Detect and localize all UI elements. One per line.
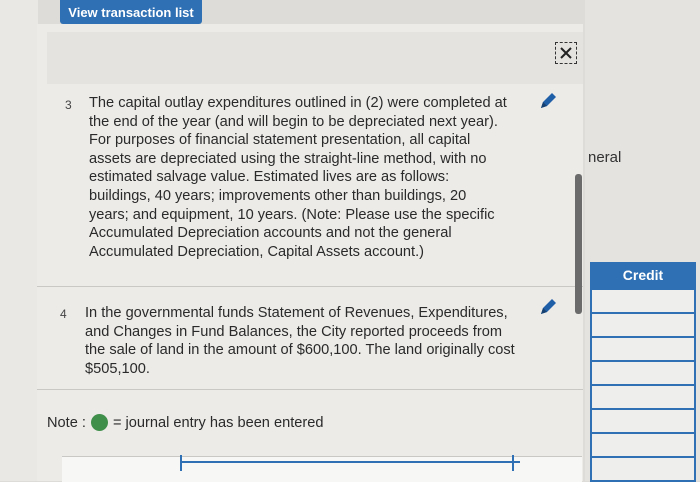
- view-transaction-list-button[interactable]: View transaction list: [60, 0, 202, 24]
- credit-cell[interactable]: [590, 408, 696, 434]
- credit-cell[interactable]: [590, 360, 696, 386]
- table-line: [180, 461, 520, 463]
- credit-cell[interactable]: [590, 432, 696, 458]
- credit-column-header: Credit: [590, 262, 696, 288]
- pencil-icon[interactable]: [537, 296, 559, 318]
- pencil-icon[interactable]: [537, 90, 559, 112]
- note-label: Note :: [47, 414, 86, 431]
- credit-cell[interactable]: [590, 336, 696, 362]
- green-dot-icon: [90, 414, 108, 431]
- credit-cell[interactable]: [590, 312, 696, 338]
- credit-cell[interactable]: [590, 288, 696, 314]
- background-left-strip: [0, 0, 38, 481]
- item-divider: [37, 389, 583, 390]
- table-line: [180, 455, 182, 471]
- table-line: [512, 455, 514, 471]
- background-partial-label: neral: [588, 149, 622, 166]
- note-legend: Note : = journal entry has been entered: [47, 414, 323, 431]
- bottom-input-row[interactable]: [62, 456, 582, 482]
- item-text: In the governmental funds Statement of R…: [85, 305, 515, 377]
- credit-cell[interactable]: [590, 384, 696, 410]
- item-divider: [37, 286, 583, 287]
- note-legend-text: = journal entry has been entered: [112, 414, 324, 431]
- credit-cell[interactable]: [590, 456, 696, 482]
- panel-top-bar: [47, 32, 583, 84]
- item-number: 3: [65, 98, 72, 112]
- item-text: The capital outlay expenditures outlined…: [89, 95, 507, 260]
- close-button[interactable]: [555, 42, 577, 64]
- instructions-panel: 3 The capital outlay expenditures outlin…: [37, 24, 583, 482]
- item-number: 4: [60, 307, 67, 321]
- close-icon: [560, 47, 572, 59]
- scrollbar-thumb[interactable]: [575, 174, 582, 314]
